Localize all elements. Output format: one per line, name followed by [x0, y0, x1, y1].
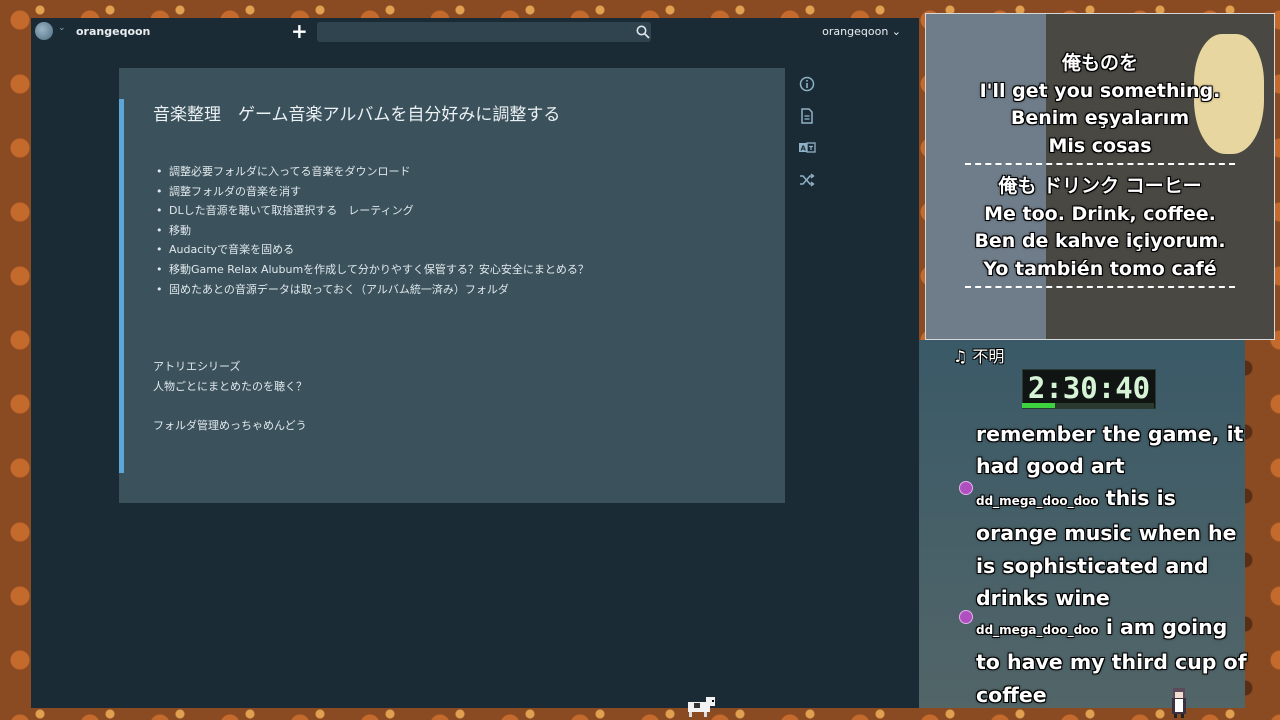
webcam-panel: 俺ものを I'll get you something. Benim eşyal…	[925, 13, 1275, 340]
user-badge-icon	[959, 610, 973, 624]
note-paragraph[interactable]: 人物ごとにまとめたのを聴く？	[153, 378, 307, 394]
translate-icon[interactable]: A	[798, 139, 816, 157]
new-note-plus-icon[interactable]: +	[291, 19, 308, 43]
subtitle-line: 俺も ドリンク コーヒー	[998, 175, 1202, 197]
subtitle-line: Mis cosas	[1048, 134, 1152, 157]
list-item[interactable]: 移動	[156, 221, 589, 241]
note-paragraph[interactable]: フォルダ管理めっちゃめんどう	[153, 417, 307, 433]
list-item[interactable]: 調整フォルダの音楽を消す	[156, 182, 589, 202]
subtitle-line: I'll get you something.	[979, 79, 1221, 102]
maid-sprite-icon	[1172, 688, 1186, 718]
now-playing-label: ♫ 不明	[953, 347, 1005, 366]
search-input[interactable]	[317, 22, 651, 42]
top-bar: ⌄ orangeqoon + orangeqoon ⌄	[31, 18, 919, 45]
chat-message: dd_mega_doo_doo i am going to have my th…	[976, 611, 1251, 711]
chat-text: remember the game, it had good art	[976, 422, 1244, 479]
subtitle-overlay: 俺ものを I'll get you something. Benim eşyal…	[926, 50, 1274, 296]
chat-message: remember the game, it had good art	[976, 418, 1251, 483]
note-task-list: 調整必要フォルダに入ってる音楽をダウンロード 調整フォルダの音楽を消す DLした…	[156, 162, 589, 300]
subtitle-line: Yo también tomo café	[983, 257, 1217, 280]
subtitle-line: 俺ものを	[1061, 52, 1138, 74]
workspace-name[interactable]: orangeqoon	[76, 25, 150, 38]
notes-app-window: ⌄ orangeqoon + orangeqoon ⌄ 音楽整理 ゲーム音楽アル…	[31, 18, 919, 708]
chat-message: dd_mega_doo_doo this is orange music whe…	[976, 482, 1251, 615]
user-badge-icon	[959, 481, 973, 495]
timer-text: 2:30:40	[1027, 371, 1151, 405]
note-title[interactable]: 音楽整理 ゲーム音楽アルバムを自分好みに調整する	[153, 100, 560, 125]
search-icon[interactable]	[636, 25, 650, 39]
chevron-down-icon[interactable]: ⌄	[58, 23, 66, 33]
timer-progress-fill	[1022, 403, 1055, 408]
chat-username: dd_mega_doo_doo	[976, 623, 1099, 637]
list-item[interactable]: DLした音源を聴いて取捨選択する レーティング	[156, 201, 589, 221]
list-item[interactable]: 移動Game Relax Alubumを作成して分かりやすく保管する？安心安全に…	[156, 260, 589, 280]
dog-sprite-icon	[688, 697, 715, 717]
subtitle-line: Me too. Drink, coffee.	[984, 202, 1216, 225]
subtitle-divider	[965, 163, 1235, 165]
shuffle-icon[interactable]	[798, 171, 816, 189]
subtitle-divider	[965, 286, 1235, 288]
user-menu-button[interactable]: orangeqoon ⌄	[822, 25, 901, 38]
note-paragraph[interactable]: アトリエシリーズ	[153, 358, 240, 374]
app-logo-icon[interactable]	[35, 22, 53, 40]
svg-text:A: A	[801, 145, 807, 153]
list-item[interactable]: 調整必要フォルダに入ってる音楽をダウンロード	[156, 162, 589, 182]
note-card: 音楽整理 ゲーム音楽アルバムを自分好みに調整する 調整必要フォルダに入ってる音楽…	[119, 68, 785, 503]
document-icon[interactable]	[798, 107, 816, 125]
note-accent-bar	[119, 99, 124, 473]
subtitle-line: Ben de kahve içiyorum.	[974, 230, 1226, 252]
timer-progress-track	[1022, 403, 1154, 408]
chat-username: dd_mega_doo_doo	[976, 494, 1099, 508]
list-item[interactable]: 固めたあとの音源データは取っておく（アルバム統一済み）フォルダ	[156, 280, 589, 300]
subtitle-line: Benim eşyalarım	[1010, 107, 1190, 129]
info-icon[interactable]	[798, 75, 816, 93]
list-item[interactable]: Audacityで音楽を固める	[156, 240, 589, 260]
